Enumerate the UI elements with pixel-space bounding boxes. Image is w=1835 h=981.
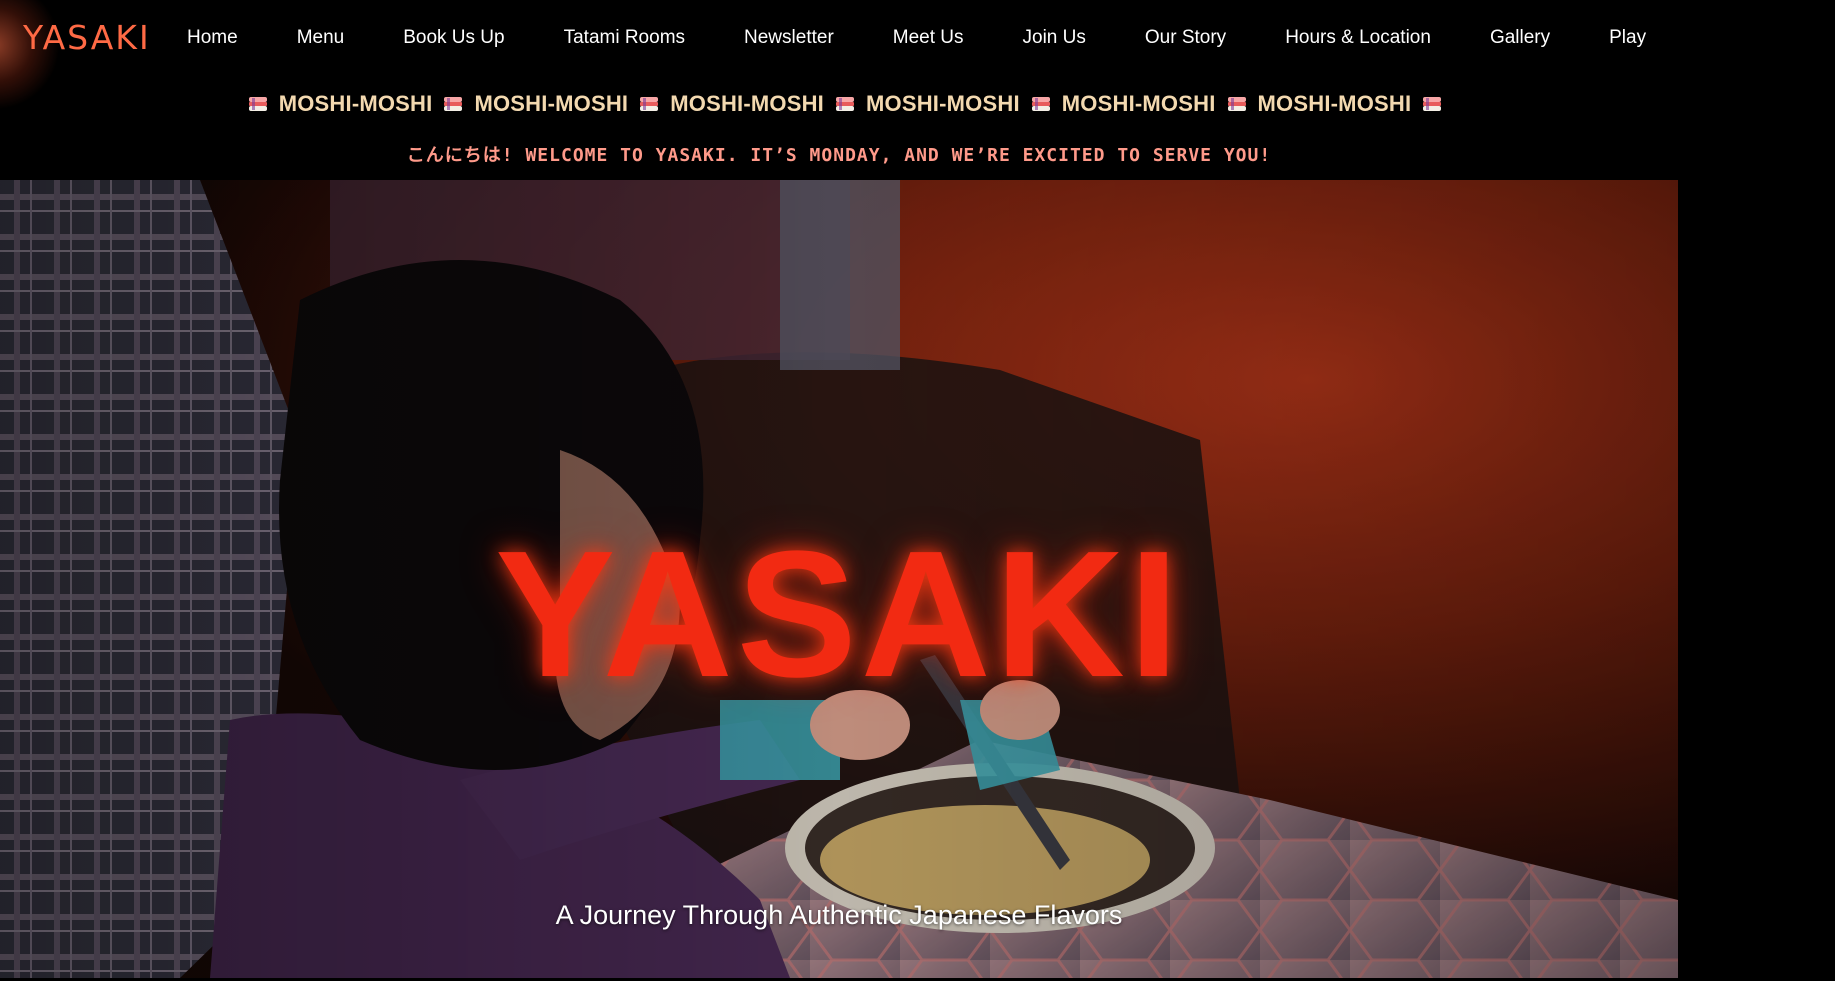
hero-title: YASAKI (495, 514, 1183, 715)
sushi-icon (247, 93, 269, 115)
nav-item-meet-us[interactable]: Meet Us (893, 26, 964, 50)
site-container: YASAKI Home Menu Book Us Up Tatami Rooms… (0, 0, 1678, 981)
nav-item-tatami-rooms[interactable]: Tatami Rooms (564, 26, 685, 50)
ticker-text: MOSHI-MOSHI (474, 91, 629, 116)
hero-tagline: A Journey Through Authentic Japanese Fla… (555, 900, 1123, 930)
ticker-text: MOSHI-MOSHI (866, 91, 1020, 116)
nav-item-newsletter[interactable]: Newsletter (744, 26, 834, 50)
site-logo[interactable]: YASAKI (23, 18, 151, 58)
sushi-icon (1226, 93, 1248, 115)
nav-item-menu[interactable]: Menu (297, 26, 345, 50)
nav-item-join-us[interactable]: Join Us (1023, 26, 1086, 50)
sushi-icon (1421, 93, 1443, 115)
moshi-moshi-ticker: MOSHI-MOSHI MOSHI-MOSHI MOSHI-MOSHI MOSHI-M… (0, 88, 1678, 120)
nav-links: Home Menu Book Us Up Tatami Rooms Newsle… (187, 26, 1646, 50)
nav-item-play[interactable]: Play (1609, 26, 1646, 50)
nav-item-hours-location[interactable]: Hours & Location (1285, 26, 1431, 50)
ticker-text: MOSHI-MOSHI (1257, 91, 1412, 116)
ticker-text: MOSHI-MOSHI (1061, 91, 1216, 116)
ticker-text: MOSHI-MOSHI (670, 91, 824, 116)
nav-item-book-us-up[interactable]: Book Us Up (403, 26, 504, 50)
sushi-icon (442, 93, 464, 115)
nav-item-home[interactable]: Home (187, 26, 238, 50)
hero-section: YASAKI A Journey Through Authentic Japan… (0, 180, 1678, 978)
sushi-icon (638, 93, 660, 115)
nav-item-our-story[interactable]: Our Story (1145, 26, 1226, 50)
nav-item-gallery[interactable]: Gallery (1490, 26, 1550, 50)
page: YASAKI Home Menu Book Us Up Tatami Rooms… (0, 0, 1835, 981)
welcome-message: こんにちは! WELCOME TO YASAKI. IT’S MONDAY, A… (406, 145, 1272, 166)
sushi-icon (834, 93, 856, 115)
top-navigation: YASAKI Home Menu Book Us Up Tatami Rooms… (0, 0, 1678, 110)
ticker-row: MOSHI-MOSHI MOSHI-MOSHI MOSHI-MOSHI MOSHI-M… (235, 91, 1444, 117)
ticker-text: MOSHI-MOSHI (278, 91, 433, 116)
sushi-icon (1030, 93, 1052, 115)
